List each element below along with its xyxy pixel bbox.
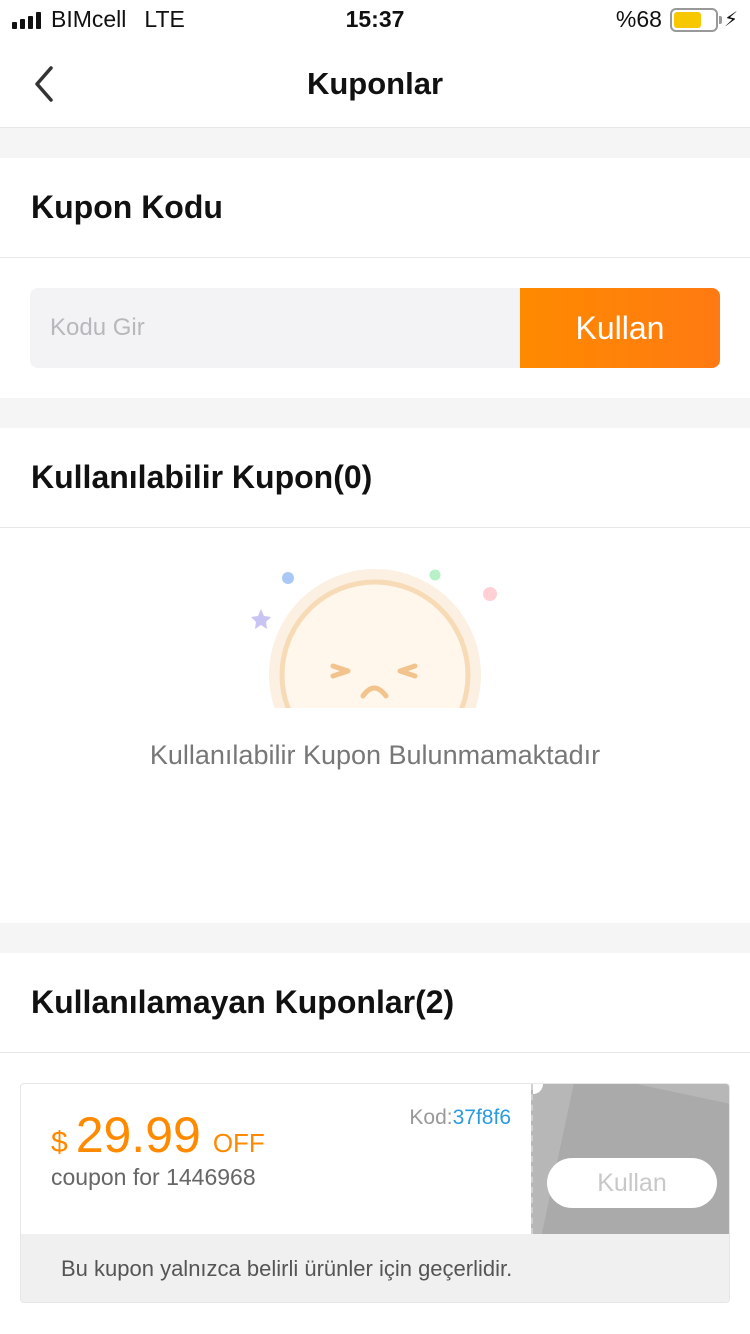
- coupon-description: coupon for 1446968: [51, 1164, 256, 1190]
- coupon-currency: $: [51, 1126, 68, 1159]
- coupon-code-row: Kullan: [30, 288, 720, 368]
- unavailable-coupons-header: Kullanılamayan Kuponlar(2): [0, 953, 750, 1053]
- empty-state-message: Kullanılabilir Kupon Bulunmamaktadır: [149, 740, 601, 770]
- charging-icon: ⚡: [723, 9, 738, 31]
- status-bar: BIMcell LTE 15:37 %68 ⚡: [0, 0, 750, 40]
- coupon-off-label: OFF: [212, 1128, 265, 1158]
- ticket-notch: [533, 1084, 543, 1094]
- coupon-code-display: Kod:37f8f6: [409, 1106, 511, 1130]
- coupon-value: 29.99: [75, 1107, 201, 1163]
- nav-bar: Kuponlar: [0, 40, 750, 128]
- coupon-main: $ 29.99 OFF coupon for 1446968 Kod:37f8f…: [21, 1084, 531, 1234]
- coupon-card: $ 29.99 OFF coupon for 1446968 Kod:37f8f…: [20, 1083, 730, 1303]
- coupon-code-header: Kupon Kodu: [0, 158, 750, 258]
- unavailable-coupons-section: Kullanılamayan Kuponlar(2) $ 29.99 OFF c…: [0, 953, 750, 1334]
- sad-face-illustration: [251, 569, 497, 708]
- coupon-code-value: 37f8f6: [452, 1106, 511, 1129]
- coupon-action-panel: Kullan: [531, 1084, 729, 1234]
- apply-coupon-button[interactable]: Kullan: [520, 288, 720, 368]
- coupon-code-input[interactable]: [30, 288, 520, 368]
- coupon-restriction-note: Bu kupon yalnızca belirli ürünler için g…: [21, 1234, 729, 1302]
- page-title: Kuponlar: [306, 66, 444, 101]
- available-coupons-section: Kullanılabilir Kupon(0) Kullanılabilir K…: [0, 428, 750, 923]
- use-coupon-button[interactable]: Kullan: [547, 1158, 717, 1208]
- status-right: %68 ⚡: [616, 6, 738, 33]
- coupon-code-section: Kupon Kodu Kullan: [0, 158, 750, 398]
- battery-icon: [669, 7, 722, 32]
- coupon-amount: $ 29.99 OFF: [51, 1106, 265, 1164]
- battery-percent: %68: [615, 6, 662, 32]
- coupon-code-label: Kod:: [409, 1106, 453, 1129]
